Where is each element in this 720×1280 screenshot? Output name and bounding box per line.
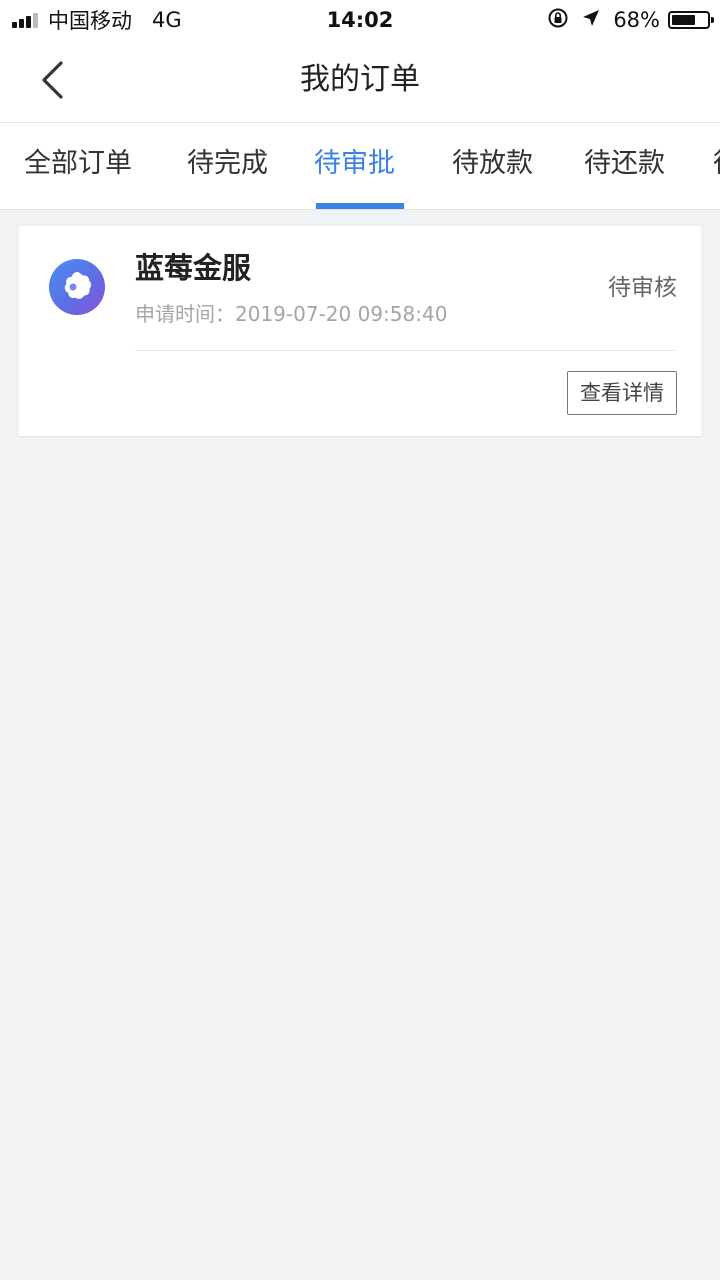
order-card: 蓝莓金服 申请时间：2019-07-20 09:58:40 待审核 查看详情	[19, 226, 701, 437]
tab-pending-completion[interactable]: 待完成	[187, 123, 268, 209]
nav-bar: 我的订单	[0, 40, 720, 123]
tab-all-orders[interactable]: 全部订单	[24, 123, 132, 209]
battery-percent: 68%	[613, 8, 660, 32]
view-details-button[interactable]: 查看详情	[567, 371, 677, 415]
apply-time-label: 申请时间：	[135, 302, 235, 326]
status-bar: 中国移动 4G 14:02 68%	[0, 0, 720, 40]
card-divider	[135, 350, 677, 351]
page-title: 我的订单	[300, 62, 420, 97]
location-icon	[581, 8, 601, 33]
tab-pending-disbursement[interactable]: 待放款	[452, 123, 533, 209]
active-tab-indicator	[316, 203, 404, 209]
order-status: 待审核	[608, 275, 677, 301]
tab-pending-approval[interactable]: 待审批	[314, 123, 395, 209]
order-tabs: 全部订单 待完成 待审批 待放款 待还款 待	[0, 123, 720, 210]
apply-time-value: 2019-07-20 09:58:40	[235, 302, 448, 326]
battery-icon	[668, 11, 714, 29]
blueberry-logo-icon	[49, 259, 105, 319]
rotation-lock-icon	[547, 7, 569, 34]
tab-more[interactable]: 待	[713, 123, 720, 209]
battery-fill	[672, 15, 695, 25]
order-product-name: 蓝莓金服	[135, 251, 252, 285]
order-apply-time: 申请时间：2019-07-20 09:58:40	[135, 299, 447, 329]
status-right: 68%	[547, 6, 714, 34]
tab-pending-repayment[interactable]: 待还款	[584, 123, 665, 209]
